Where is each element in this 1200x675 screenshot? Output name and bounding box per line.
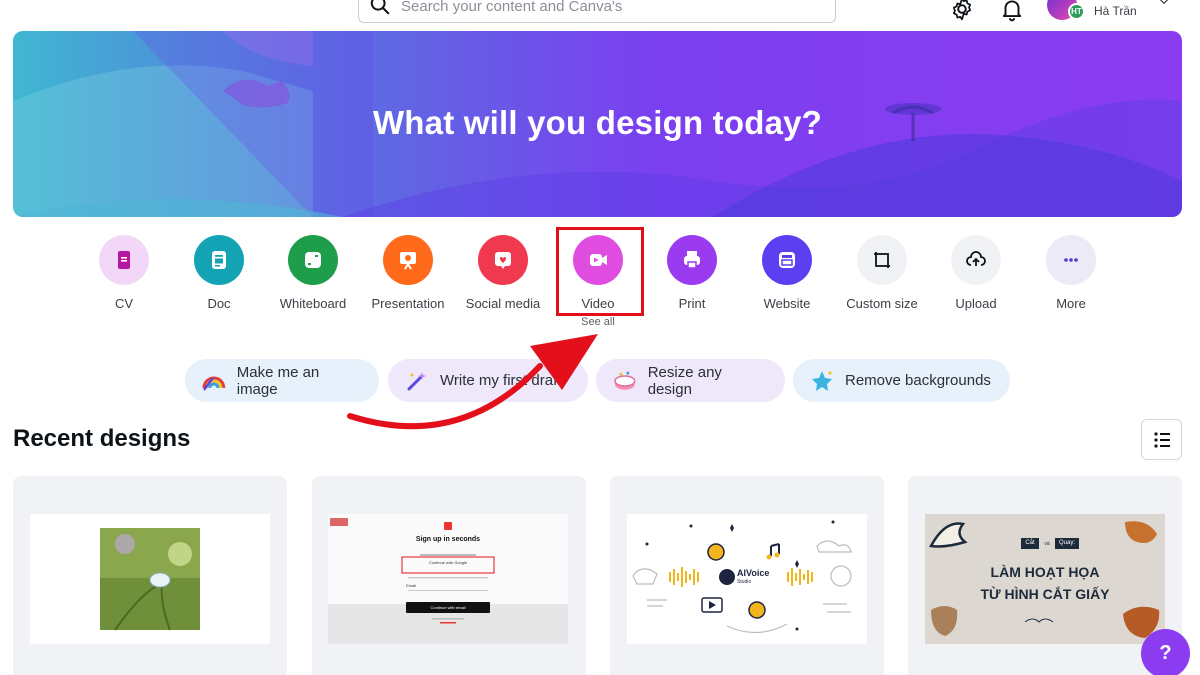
rainbow-icon: [202, 376, 226, 391]
list-view-button[interactable]: [1141, 419, 1182, 460]
category-website[interactable]: Website: [739, 235, 835, 311]
category-social-media[interactable]: Social media: [455, 235, 551, 311]
category-doc[interactable]: Doc: [171, 235, 267, 311]
cv-icon: [99, 235, 149, 285]
category-label: Upload: [955, 296, 997, 311]
gear-icon[interactable]: [949, 0, 975, 22]
video-highlight-box: [556, 227, 644, 316]
paper-cut-tag1: Cắt: [1025, 540, 1035, 546]
category-label: Presentation: [371, 296, 445, 311]
search-bar[interactable]: Search your content and Canva's: [358, 0, 836, 23]
paper-cut-tag-mid: và: [1044, 541, 1050, 547]
category-label: CV: [114, 296, 134, 311]
resize-design-pill[interactable]: Resize any design: [596, 359, 785, 402]
chevron-down-icon[interactable]: [1157, 0, 1171, 8]
whiteboard-icon: [288, 235, 338, 285]
category-more[interactable]: More: [1023, 235, 1119, 311]
sparkle-star-icon: [812, 370, 832, 391]
print-icon: [667, 235, 717, 285]
resize-icon: [614, 371, 636, 390]
avatar-badge: HT: [1068, 3, 1085, 20]
annotation-arrow: [347, 334, 598, 430]
aivoice-thumbnail: AIVoice Studio: [627, 514, 867, 644]
email-label: Email: [406, 583, 417, 588]
category-presentation[interactable]: Presentation: [360, 235, 456, 311]
category-label: Doc: [207, 296, 231, 311]
bell-icon[interactable]: [999, 0, 1025, 22]
custom-size-icon: [857, 235, 907, 285]
category-label: More: [1056, 296, 1086, 311]
list-view-icon: [1153, 431, 1170, 448]
signup-thumbnail: Sign up in seconds Continue with Google …: [328, 514, 568, 644]
pill-label: Resize any design: [647, 363, 722, 398]
signup-title: Sign up in seconds: [415, 536, 481, 543]
pill-label: Remove backgrounds: [845, 372, 991, 389]
remove-backgrounds-pill[interactable]: Remove backgrounds: [793, 359, 1010, 402]
hero-banner: What will you design today?: [13, 31, 1182, 217]
design-card[interactable]: [13, 476, 287, 675]
user-name[interactable]: Hà Trần: [1094, 4, 1137, 18]
category-whiteboard[interactable]: Whiteboard: [265, 235, 361, 311]
category-custom-size[interactable]: Custom size: [834, 235, 930, 311]
aivoice-brand: AIVoice: [737, 568, 770, 578]
google-button-text: Continue with Google: [428, 560, 468, 565]
search-icon: [370, 0, 390, 14]
category-label: Social media: [465, 296, 541, 311]
website-icon: [762, 235, 812, 285]
design-card[interactable]: Sign up in seconds Continue with Google …: [312, 476, 586, 675]
hero-title: What will you design today?: [372, 104, 823, 141]
design-card[interactable]: Cắt và Quay: LÀM HOẠT HỌA TỪ HÌNH CẮT GI…: [908, 476, 1182, 675]
aivoice-sub: Studio: [737, 579, 752, 585]
category-label: Print: [678, 296, 706, 311]
category-label: Whiteboard: [279, 296, 347, 311]
paper-cut-line2: TỪ HÌNH CẮT GIẤY: [980, 586, 1110, 602]
design-card[interactable]: AIVoice Studio: [610, 476, 884, 675]
paper-cut-thumbnail: Cắt và Quay: LÀM HOẠT HỌA TỪ HÌNH CẮT GI…: [925, 514, 1165, 644]
recent-designs-title: Recent designs: [13, 425, 191, 452]
category-upload[interactable]: Upload: [928, 235, 1024, 311]
category-cv[interactable]: CV: [76, 235, 172, 311]
water-drop-thumbnail: [30, 514, 270, 644]
paper-cut-line1: LÀM HOẠT HỌA: [990, 564, 1100, 580]
upload-icon: [951, 235, 1001, 285]
presentation-icon: [383, 235, 433, 285]
category-label: Custom size: [846, 296, 918, 311]
social-media-icon: [478, 235, 528, 285]
search-placeholder: Search your content and Canva's: [401, 0, 623, 15]
email-button-text: Continue with email: [430, 605, 466, 610]
help-button[interactable]: ?: [1141, 629, 1190, 675]
paper-cut-tag2: Quay:: [1058, 540, 1075, 546]
category-print[interactable]: Print: [644, 235, 740, 311]
doc-icon: [194, 235, 244, 285]
more-icon: [1046, 235, 1096, 285]
category-label: Website: [763, 296, 811, 311]
